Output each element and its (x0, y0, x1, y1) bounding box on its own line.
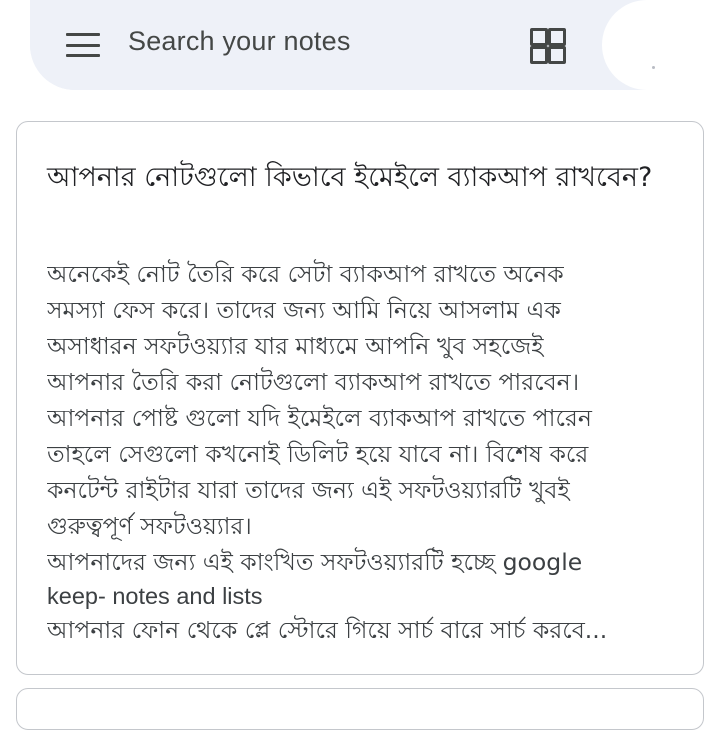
note-line: কনটেন্ট রাইটার যারা তাদের জন্য এই সফটওয়… (47, 476, 570, 504)
note-line: সমস্যা ফেস করে। তাদের জন্য আমি নিয়ে আসল… (47, 296, 561, 324)
note-line: আপনার তৈরি করা নোটগুলো ব্যাকআপ রাখতে পার… (47, 368, 580, 396)
note-line: অসাধারন সফটওয়্যার যার মাধ্যমে আপনি খুব … (47, 332, 544, 360)
note-title: আপনার নোটগুলো কিভাবে ইমেইলে ব্যাকআপ রাখব… (47, 162, 653, 193)
avatar (652, 66, 655, 69)
note-card-next[interactable] (16, 688, 704, 730)
note-line: অনেকেই নোট তৈরি করে সেটা ব্যাকআপ রাখতে অ… (47, 260, 564, 288)
note-card[interactable]: আপনার নোটগুলো কিভাবে ইমেইলে ব্যাকআপ রাখব… (16, 121, 704, 675)
note-line: আপনার ফোন থেকে প্লে স্টোরে গিয়ে সার্চ ব… (47, 616, 608, 644)
hamburger-menu-icon[interactable] (66, 33, 100, 57)
note-line: তাহলে সেগুলো কখনোই ডিলিট হয়ে যাবে না। ব… (47, 440, 589, 468)
note-line: keep- notes and lists (47, 583, 263, 609)
note-line: গুরুত্বপূর্ণ সফটওয়্যার। (47, 512, 252, 540)
note-body: অনেকেই নোট তৈরি করে সেটা ব্যাকআপ রাখতে অ… (47, 256, 687, 648)
search-input[interactable]: Search your notes (128, 26, 351, 57)
note-line: আপনাদের জন্য এই কাংখিত সফটওয়্যারটি হচ্ছ… (47, 548, 583, 576)
note-line: আপনার পোষ্ট গুলো যদি ইমেইলে ব্যাকআপ রাখত… (47, 404, 592, 432)
account-area[interactable] (602, 0, 720, 90)
grid-view-icon[interactable] (530, 28, 566, 64)
